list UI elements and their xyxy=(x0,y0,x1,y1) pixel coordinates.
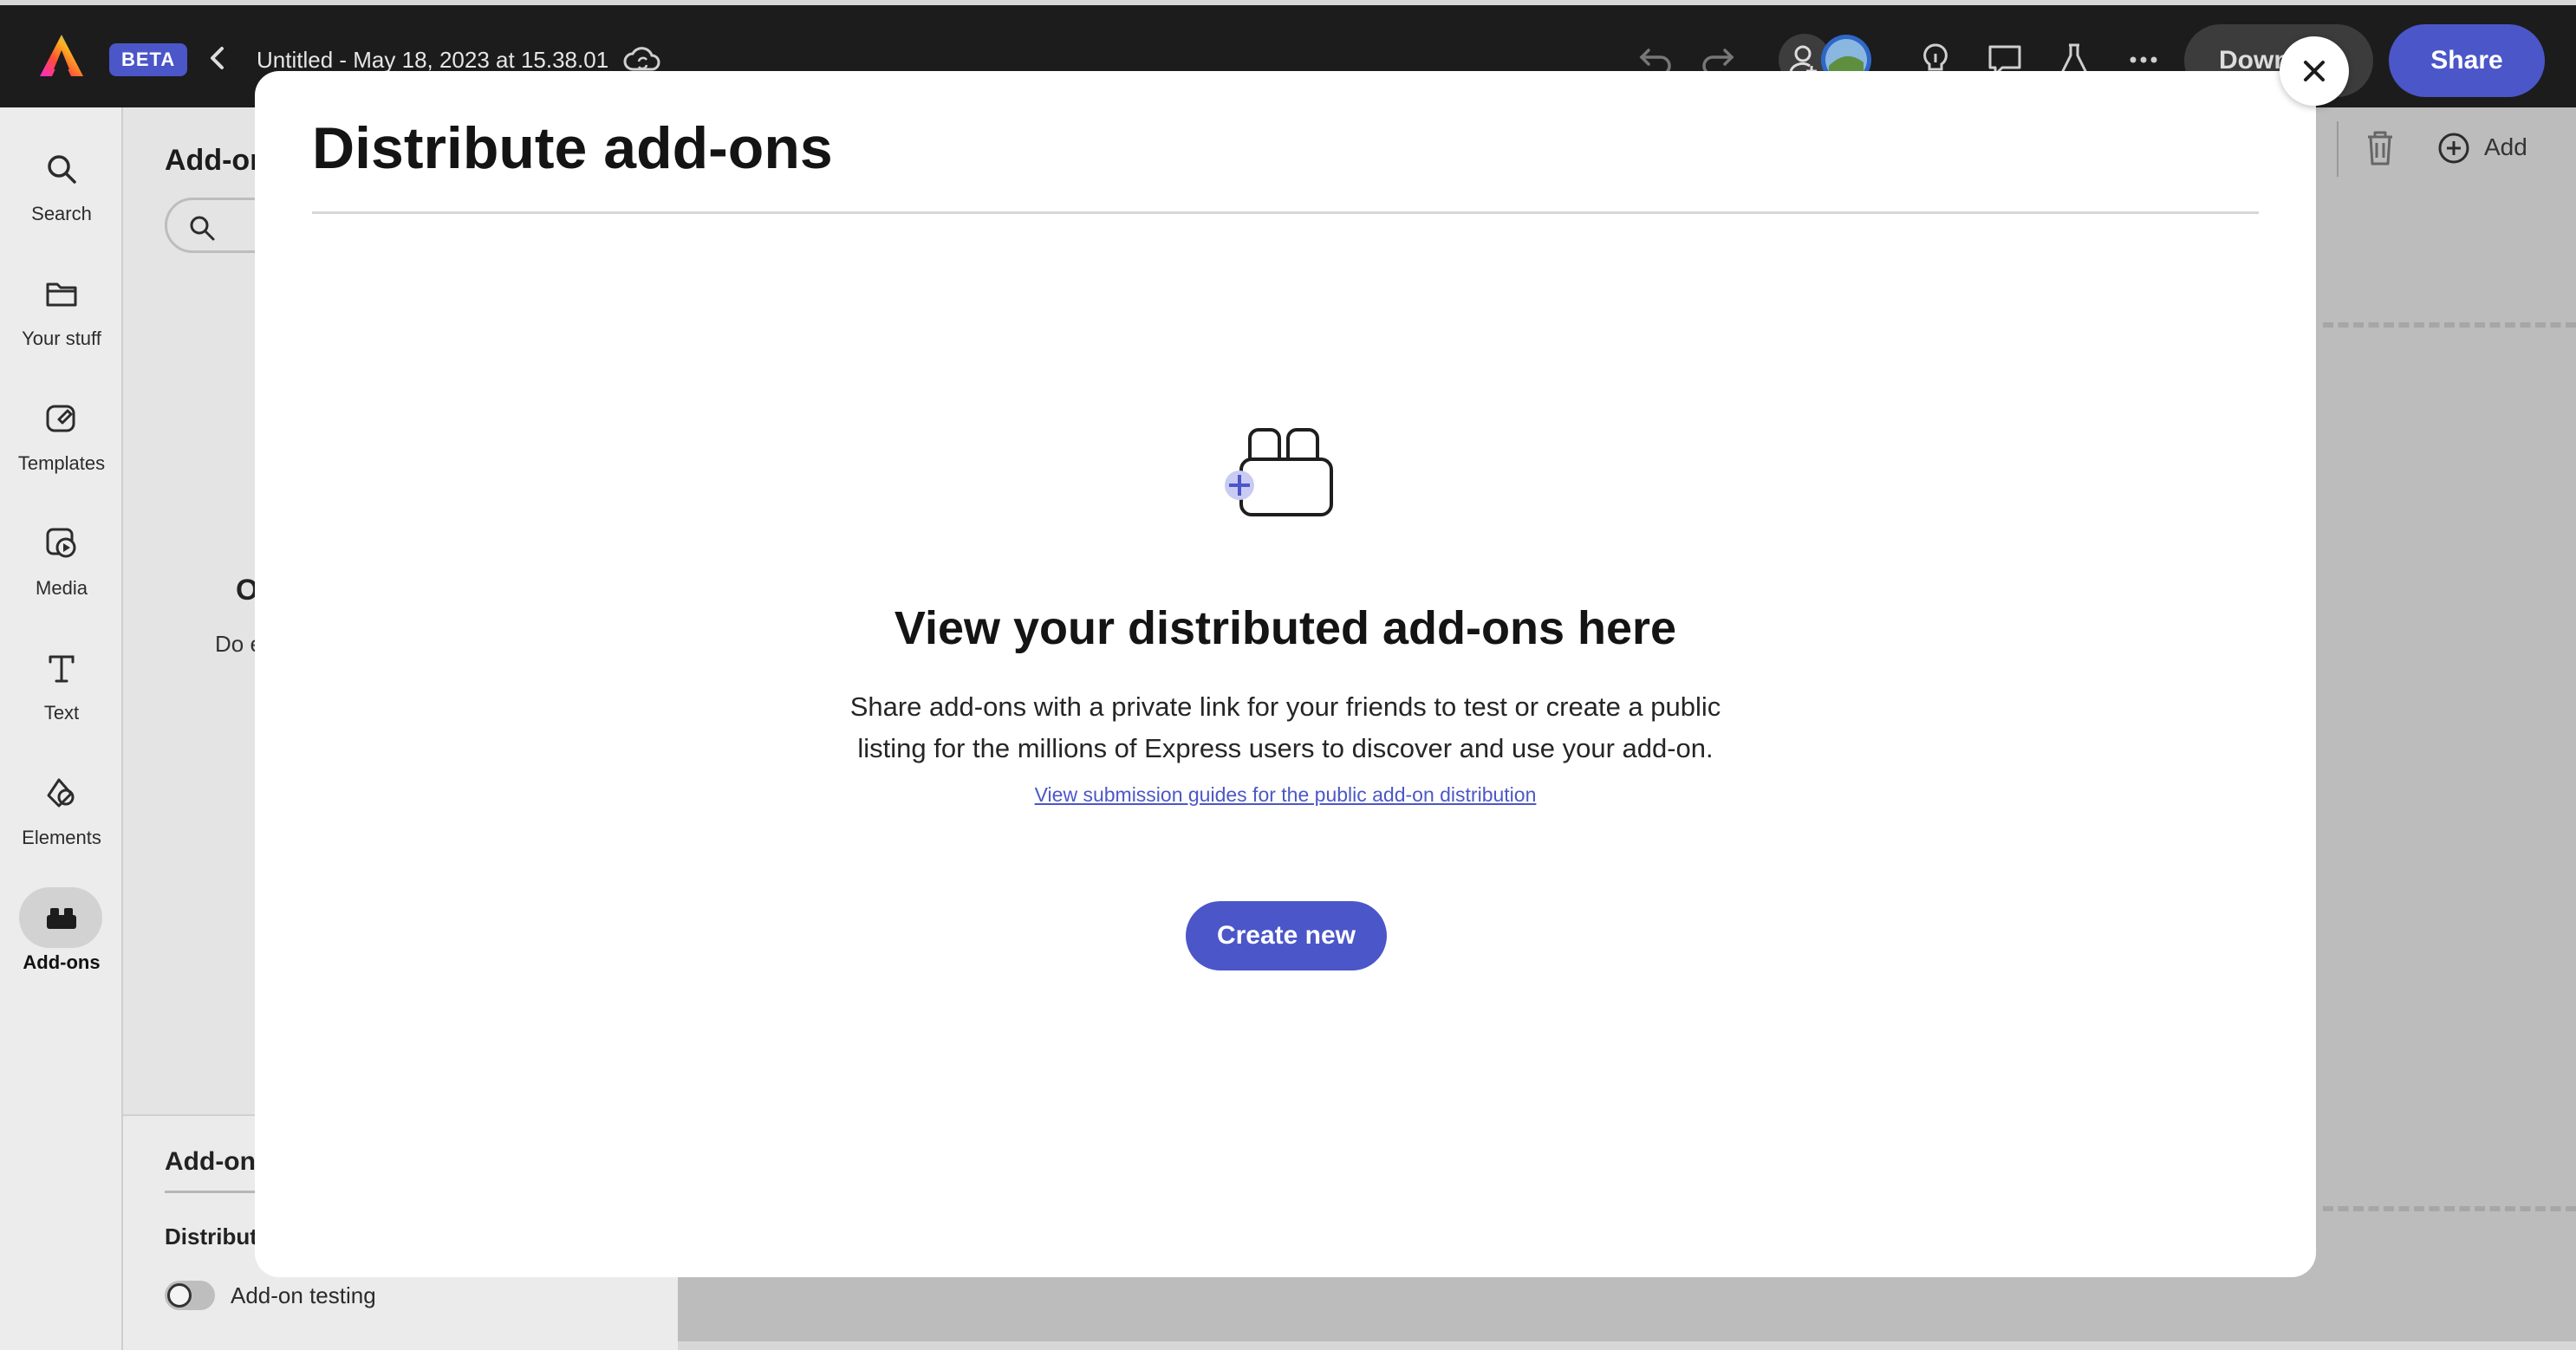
adobe-express-logo[interactable] xyxy=(36,31,87,81)
empty-state-description: Share add-ons with a private link for yo… xyxy=(255,686,2316,769)
folder-icon xyxy=(46,282,77,307)
addons-icon xyxy=(47,908,76,929)
close-dialog-button[interactable] xyxy=(2280,36,2349,106)
close-icon xyxy=(2304,61,2325,81)
rail-item-elements[interactable]: Elements xyxy=(0,757,123,861)
page-boundary-bottom xyxy=(2323,1206,2576,1211)
toolbar-divider xyxy=(2337,121,2339,177)
dialog-title: Distribute add-ons xyxy=(312,115,833,181)
rail-label: Search xyxy=(31,203,92,224)
beta-badge: BETA xyxy=(109,43,188,76)
templates-icon xyxy=(46,405,75,432)
rail-item-templates[interactable]: Templates xyxy=(0,383,123,487)
document-title[interactable]: Untitled - May 18, 2023 at 15.38.01 xyxy=(257,45,608,75)
rail-item-search[interactable]: Search xyxy=(0,133,123,237)
distribute-label[interactable]: Distribut xyxy=(165,1223,257,1250)
rail-label: Media xyxy=(36,577,88,599)
rail-item-media[interactable]: Media xyxy=(0,508,123,612)
rail-item-add-ons[interactable]: Add-ons xyxy=(0,882,123,986)
description-line-2: listing for the millions of Express user… xyxy=(857,733,1714,763)
distribute-addons-dialog: Distribute add-ons View your distributed… xyxy=(255,71,2316,1277)
add-circle-icon xyxy=(2438,133,2469,164)
search-icon xyxy=(190,216,215,241)
addon-testing-label: Add-on testing xyxy=(231,1282,376,1308)
text-icon xyxy=(49,655,75,683)
rail-label: Templates xyxy=(17,452,106,474)
rail-label: Text xyxy=(43,702,80,724)
media-icon xyxy=(46,528,76,558)
app-window: BETA Untitled - May 18, 2023 at 15.38.01 xyxy=(0,0,2576,1350)
back-icon[interactable] xyxy=(205,43,231,73)
addon-testing-toggle[interactable] xyxy=(165,1281,215,1310)
rail-item-your-stuff[interactable]: Your stuff xyxy=(0,258,123,362)
page-boundary-top xyxy=(2323,322,2576,328)
rail-label: Your stuff xyxy=(22,328,101,349)
section-title: Add-on xyxy=(165,1147,256,1176)
trash-icon[interactable] xyxy=(2363,128,2397,168)
create-new-button[interactable]: Create new xyxy=(1186,901,1387,970)
rail-label: Elements xyxy=(22,827,101,848)
share-button[interactable]: Share xyxy=(2389,24,2545,97)
description-line-1: Share add-ons with a private link for yo… xyxy=(849,691,1721,722)
rail-item-text[interactable]: Text xyxy=(0,633,123,737)
add-label: Add xyxy=(2484,133,2527,160)
submission-guides-link[interactable]: View submission guides for the public ad… xyxy=(255,783,2316,807)
dialog-divider xyxy=(312,211,2259,214)
left-rail: Search Your stuff Templates Media Text E… xyxy=(0,107,123,1350)
addon-plus-icon xyxy=(1225,428,1333,516)
rail-label: Add-ons xyxy=(23,951,101,973)
empty-state-heading: View your distributed add-ons here xyxy=(894,602,1677,654)
toggle-knob xyxy=(167,1283,192,1308)
search-icon xyxy=(48,155,76,184)
panel-title: Add-or xyxy=(165,144,262,177)
elements-icon xyxy=(47,778,75,808)
